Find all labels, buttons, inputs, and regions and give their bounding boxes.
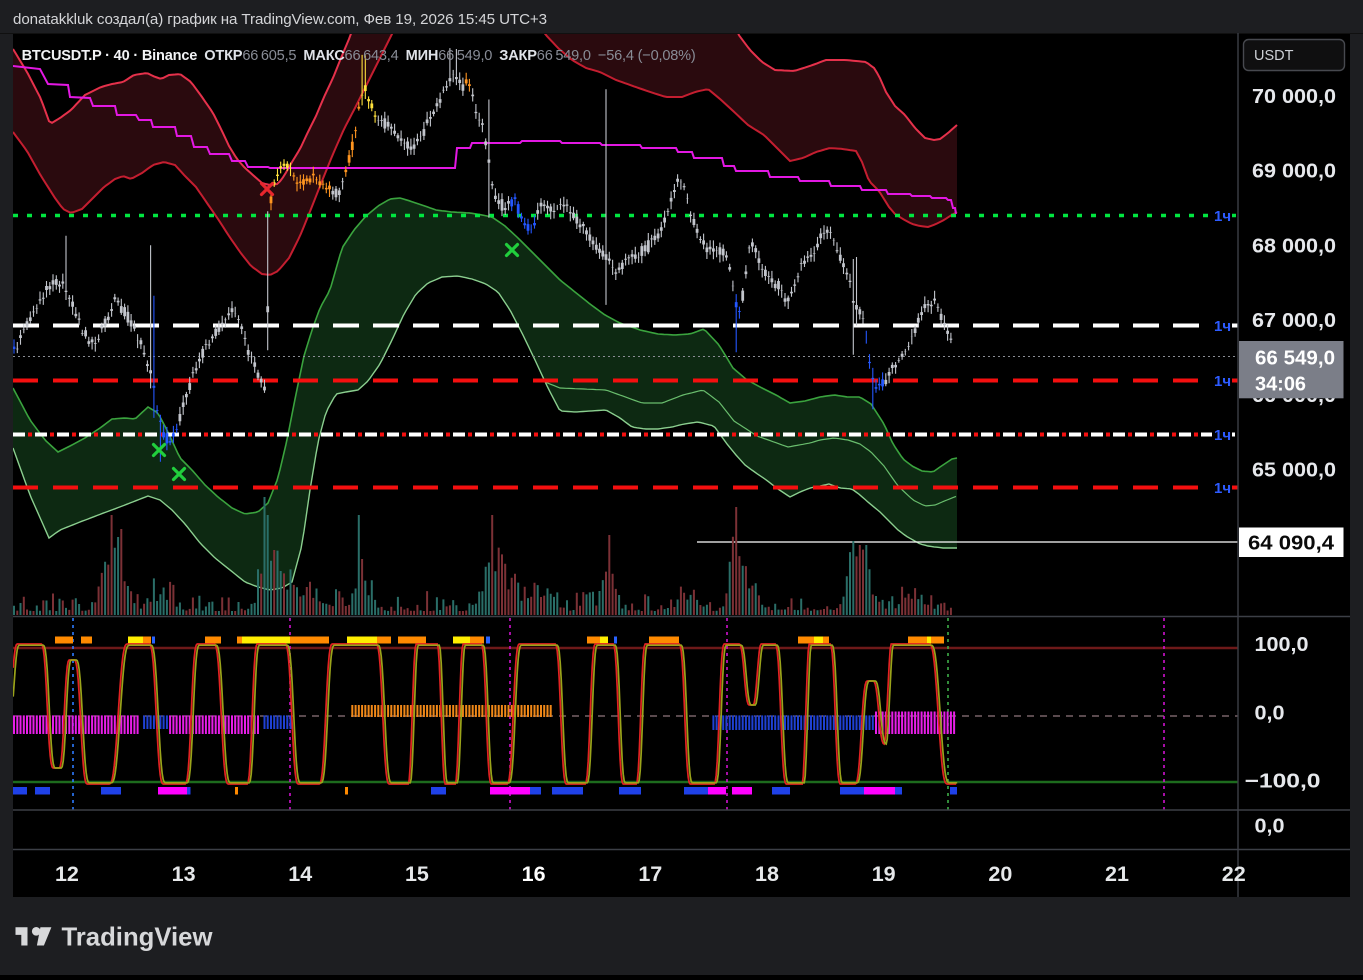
svg-text:13: 13: [172, 862, 196, 886]
svg-text:12: 12: [55, 862, 79, 886]
svg-text:1ч: 1ч: [1214, 427, 1231, 444]
svg-text:69 000,0: 69 000,0: [1252, 161, 1336, 183]
svg-text:68 000,0: 68 000,0: [1252, 235, 1336, 257]
svg-text:18: 18: [755, 862, 779, 886]
svg-text:1ч: 1ч: [1214, 208, 1231, 225]
svg-text:70 000,0: 70 000,0: [1252, 86, 1336, 108]
svg-text:−100,0: −100,0: [1245, 770, 1321, 792]
svg-text:22: 22: [1222, 862, 1246, 886]
svg-text:17: 17: [638, 862, 662, 886]
svg-text:20: 20: [988, 862, 1012, 886]
svg-text:BTCUSDT.P · 40 · Binance ОТКР6: BTCUSDT.P · 40 · Binance ОТКР66 605,5 МА…: [22, 47, 696, 64]
svg-text:TradingView: TradingView: [62, 922, 214, 952]
svg-text:67 000,0: 67 000,0: [1252, 310, 1336, 332]
svg-text:0,0: 0,0: [1255, 702, 1285, 724]
svg-text:14: 14: [288, 862, 312, 886]
svg-text:1ч: 1ч: [1214, 318, 1231, 335]
svg-text:15: 15: [405, 862, 429, 886]
svg-text:65 000,0: 65 000,0: [1252, 460, 1336, 482]
svg-text:34:06: 34:06: [1255, 374, 1306, 396]
svg-text:66 549,0: 66 549,0: [1255, 347, 1335, 369]
svg-text:donatakkluk создал(а) график н: donatakkluk создал(а) график на TradingV…: [13, 11, 547, 28]
svg-text:19: 19: [872, 862, 896, 886]
svg-text:16: 16: [522, 862, 546, 886]
svg-text:21: 21: [1105, 862, 1129, 886]
svg-text:USDT: USDT: [1254, 48, 1294, 64]
svg-text:64 090,4: 64 090,4: [1248, 532, 1335, 554]
svg-text:100,0: 100,0: [1255, 634, 1309, 656]
svg-text:1ч: 1ч: [1214, 480, 1231, 497]
svg-text:1ч: 1ч: [1214, 373, 1231, 390]
svg-text:0,0: 0,0: [1255, 815, 1285, 837]
